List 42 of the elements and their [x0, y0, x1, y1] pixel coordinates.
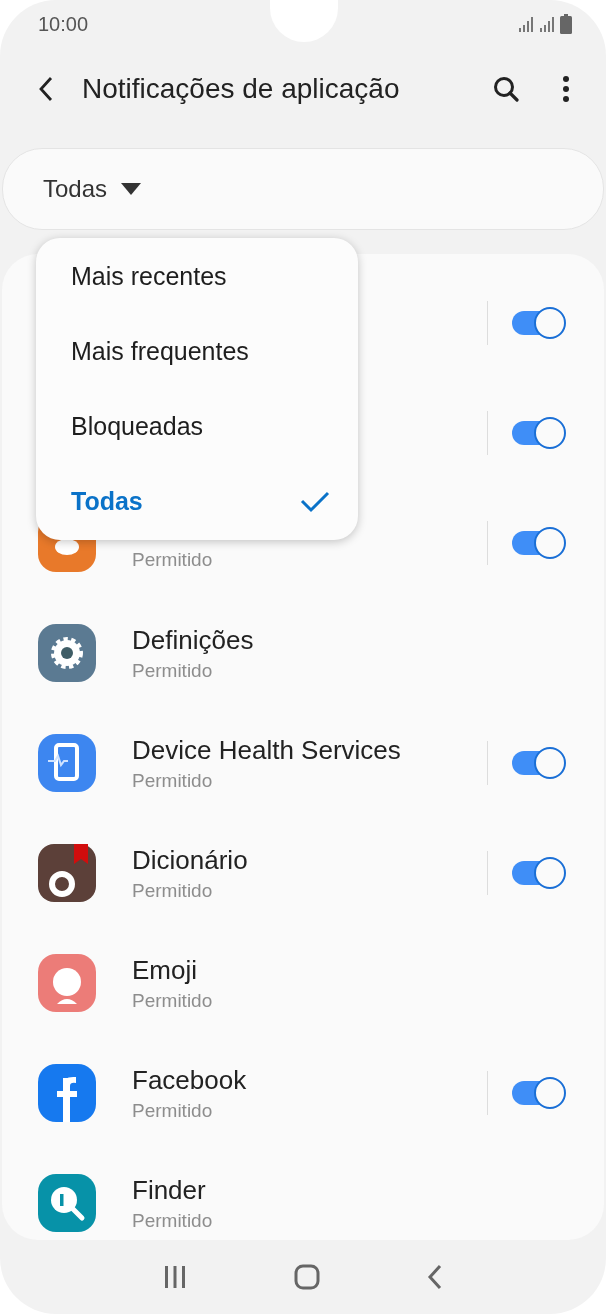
signal-icon [518, 16, 536, 32]
app-name: Emoji [132, 954, 197, 986]
filter-dropdown[interactable]: Todas [41, 173, 144, 205]
app-status: Permitido [132, 769, 213, 792]
app-icon [38, 1064, 96, 1122]
app-status: Permitido [132, 1099, 213, 1122]
app-status: Permitido [132, 659, 213, 682]
notification-switch[interactable] [512, 527, 566, 559]
gear-icon [38, 624, 96, 682]
app-status: Permitido [132, 989, 213, 1012]
app-name: Dicionário [132, 844, 248, 876]
status-time: 10:00 [38, 12, 89, 36]
back-icon[interactable] [426, 1264, 443, 1290]
app-name: Definições [132, 624, 254, 656]
magnifier-icon [38, 1174, 96, 1232]
search-icon[interactable] [492, 75, 520, 103]
bookmark-icon [38, 844, 96, 902]
app-name: Facebook [132, 1064, 247, 1096]
check-icon [300, 490, 330, 513]
notification-switch[interactable] [512, 417, 566, 449]
notification-switch[interactable] [512, 307, 566, 339]
battery-icon [560, 14, 572, 34]
notification-switch[interactable] [512, 747, 566, 779]
app-status: Permitido [132, 879, 213, 902]
app-status: Permitido [132, 1209, 213, 1232]
app-status: Permitido [132, 549, 213, 571]
menu-item[interactable]: Todas [36, 464, 358, 539]
menu-item[interactable]: Mais recentes [36, 239, 358, 314]
caret-icon [121, 183, 142, 195]
home-icon[interactable] [294, 1264, 320, 1290]
more-options-icon[interactable] [562, 76, 570, 102]
signal-icon [539, 16, 557, 32]
page-title: Notificações de aplicação [82, 73, 401, 105]
head-icon [38, 954, 96, 1012]
phone-icon [38, 734, 96, 792]
recent-apps-icon[interactable] [163, 1265, 188, 1289]
app-name: Device Health Services [132, 734, 401, 766]
menu-item[interactable]: Bloqueadas [36, 389, 358, 464]
notification-switch[interactable] [512, 1077, 566, 1109]
app-name: Finder [132, 1174, 206, 1206]
menu-item[interactable]: Mais frequentes [36, 314, 358, 389]
notification-switch[interactable] [512, 857, 566, 889]
